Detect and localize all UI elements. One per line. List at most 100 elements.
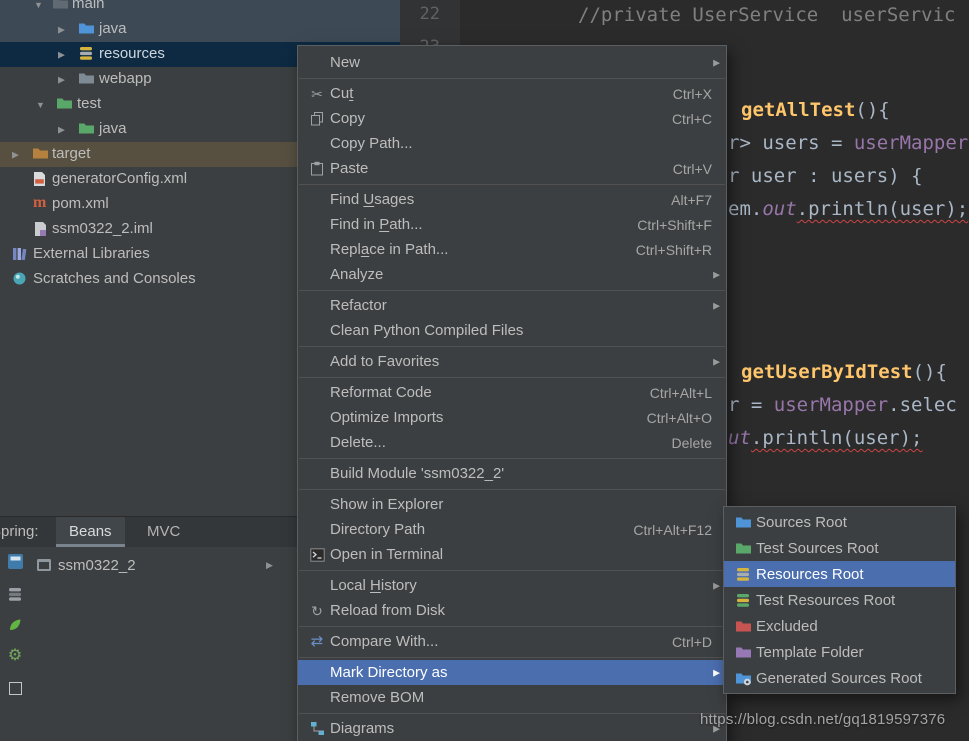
menu-item-label: Analyze <box>330 266 383 283</box>
chevron-down-icon[interactable]: ▼ <box>34 0 43 10</box>
menu-item-icon <box>306 578 328 594</box>
menu-separator <box>299 489 725 490</box>
mark-directory-submenu: Sources RootTest Sources RootResources R… <box>723 506 956 694</box>
menu-item-icon <box>306 435 328 451</box>
tree-item-main[interactable]: ▼main <box>0 0 400 17</box>
menu-item-generated-sources-root[interactable]: Generated Sources Root <box>724 665 955 691</box>
terminal-icon <box>310 548 325 562</box>
menu-item-test-sources-root[interactable]: Test Sources Root <box>724 535 955 561</box>
scissors-icon: ✂ <box>311 86 323 102</box>
chevron-right-icon[interactable]: ▶ <box>58 24 65 35</box>
menu-item-copy-path[interactable]: Copy Path... <box>298 131 726 156</box>
chevron-right-icon[interactable]: ▶ <box>266 560 273 571</box>
gear-green-tool-button[interactable]: ⚙ <box>5 646 25 666</box>
menu-item-clean-python-compiled-files[interactable]: Clean Python Compiled Files <box>298 318 726 343</box>
menu-item-shortcut: Alt+F7 <box>671 192 712 208</box>
tree-item-label: pom.xml <box>52 195 109 212</box>
menu-item-delete[interactable]: Delete...Delete <box>298 430 726 455</box>
chevron-down-icon[interactable]: ▼ <box>36 100 45 110</box>
watermark: https://blog.csdn.net/gq1819597376 <box>700 711 945 728</box>
menu-item-shortcut: Ctrl+D <box>672 634 712 650</box>
menu-item-refactor[interactable]: Refactor▶ <box>298 293 726 318</box>
menu-item-resources-root[interactable]: Resources Root <box>724 561 955 587</box>
menu-item-shortcut: Ctrl+X <box>673 86 712 102</box>
menu-item-test-resources-root[interactable]: Test Resources Root <box>724 587 955 613</box>
menu-item-remove-bom[interactable]: Remove BOM <box>298 685 726 710</box>
menu-item-find-in-path[interactable]: Find in Path...Ctrl+Shift+F <box>298 212 726 237</box>
menu-item-find-usages[interactable]: Find UsagesAlt+F7 <box>298 187 726 212</box>
folder-gray-icon <box>78 71 95 87</box>
maven-icon: m <box>33 196 50 212</box>
menu-item-shortcut: Ctrl+Shift+R <box>636 242 712 258</box>
menu-item-template-folder[interactable]: Template Folder <box>724 639 955 665</box>
menu-item-icon: ✂ <box>306 86 328 102</box>
menu-item-directory-path[interactable]: Directory PathCtrl+Alt+F12 <box>298 517 726 542</box>
menu-item-icon <box>732 670 754 686</box>
menu-item-reload-from-disk[interactable]: ↻Reload from Disk <box>298 598 726 623</box>
menu-item-add-to-favorites[interactable]: Add to Favorites▶ <box>298 349 726 374</box>
chevron-right-icon[interactable]: ▶ <box>58 74 65 85</box>
compare-icon: ⇄ <box>311 634 324 650</box>
menu-item-cut[interactable]: ✂CutCtrl+X <box>298 81 726 106</box>
menu-item-label: Open in Terminal <box>330 546 443 563</box>
tree-item-label: target <box>52 145 90 162</box>
menu-item-paste[interactable]: PasteCtrl+V <box>298 156 726 181</box>
folder-green-icon <box>78 121 95 137</box>
menu-item-copy[interactable]: Copy Ctrl+C <box>298 106 726 131</box>
tab-mvc[interactable]: MVC <box>134 517 193 544</box>
square-pale-icon <box>8 681 23 696</box>
tree-item-label: External Libraries <box>33 245 150 262</box>
menu-item-icon <box>306 136 328 152</box>
menu-item-optimize-imports[interactable]: Optimize ImportsCtrl+Alt+O <box>298 405 726 430</box>
menu-item-local-history[interactable]: Local History▶ <box>298 573 726 598</box>
stack-yellow-icon <box>735 567 751 582</box>
menu-item-shortcut: Ctrl+Alt+L <box>650 385 712 401</box>
menu-item-icon <box>306 161 328 177</box>
menu-item-build-module-ssm0322-2[interactable]: Build Module 'ssm0322_2' <box>298 461 726 486</box>
stack-yellow-icon <box>78 46 95 62</box>
menu-item-show-in-explorer[interactable]: Show in Explorer <box>298 492 726 517</box>
folder-gen-icon <box>735 671 752 686</box>
tree-item-label: test <box>77 95 101 112</box>
menu-item-new[interactable]: New▶ <box>298 50 726 75</box>
menu-item-icon <box>306 385 328 401</box>
panel-blue-tool-button[interactable] <box>5 551 25 571</box>
menu-item-analyze[interactable]: Analyze▶ <box>298 262 726 287</box>
menu-item-label: Clean Python Compiled Files <box>330 322 523 339</box>
menu-item-shortcut: Ctrl+C <box>672 111 712 127</box>
menu-item-label: Build Module 'ssm0322_2' <box>330 465 504 482</box>
menu-item-label: Mark Directory as <box>330 664 448 681</box>
chevron-right-icon[interactable]: ▶ <box>58 124 65 135</box>
menu-item-shortcut: Ctrl+Shift+F <box>637 217 712 233</box>
menu-separator <box>299 346 725 347</box>
menu-separator <box>299 78 725 79</box>
menu-item-icon <box>306 192 328 208</box>
menu-item-open-in-terminal[interactable]: Open in Terminal <box>298 542 726 567</box>
menu-item-mark-directory-as[interactable]: Mark Directory as▶ <box>298 660 726 685</box>
menu-item-icon <box>732 592 754 608</box>
square-pale-tool-button[interactable] <box>5 678 25 698</box>
menu-item-icon <box>306 267 328 283</box>
menu-item-replace-in-path[interactable]: Replace in Path...Ctrl+Shift+R <box>298 237 726 262</box>
chevron-right-icon[interactable]: ▶ <box>58 49 65 60</box>
stack-gray-icon <box>7 587 23 602</box>
menu-item-icon: ↻ <box>306 603 328 619</box>
menu-item-label: Copy <box>330 110 365 127</box>
menu-item-compare-with[interactable]: ⇄Compare With...Ctrl+D <box>298 629 726 654</box>
tree-item-label: java <box>99 20 127 37</box>
menu-item-diagrams[interactable]: Diagrams▶ <box>298 716 726 741</box>
menu-item-excluded[interactable]: Excluded <box>724 613 955 639</box>
menu-item-label: Optimize Imports <box>330 409 443 426</box>
gear-green-icon: ⚙ <box>8 648 22 664</box>
menu-item-icon <box>732 618 754 634</box>
leaf-green-tool-button[interactable] <box>5 615 25 635</box>
stack-gray-tool-button[interactable] <box>5 584 25 604</box>
submenu-arrow-icon: ▶ <box>713 300 720 311</box>
folder-blue-icon <box>735 515 752 530</box>
menu-item-icon <box>306 466 328 482</box>
tab-beans[interactable]: Beans <box>56 517 125 547</box>
menu-item-reformat-code[interactable]: Reformat CodeCtrl+Alt+L <box>298 380 726 405</box>
tree-item-java[interactable]: ▶ java <box>0 17 400 42</box>
menu-item-shortcut: Ctrl+V <box>673 161 712 177</box>
menu-item-sources-root[interactable]: Sources Root <box>724 509 955 535</box>
